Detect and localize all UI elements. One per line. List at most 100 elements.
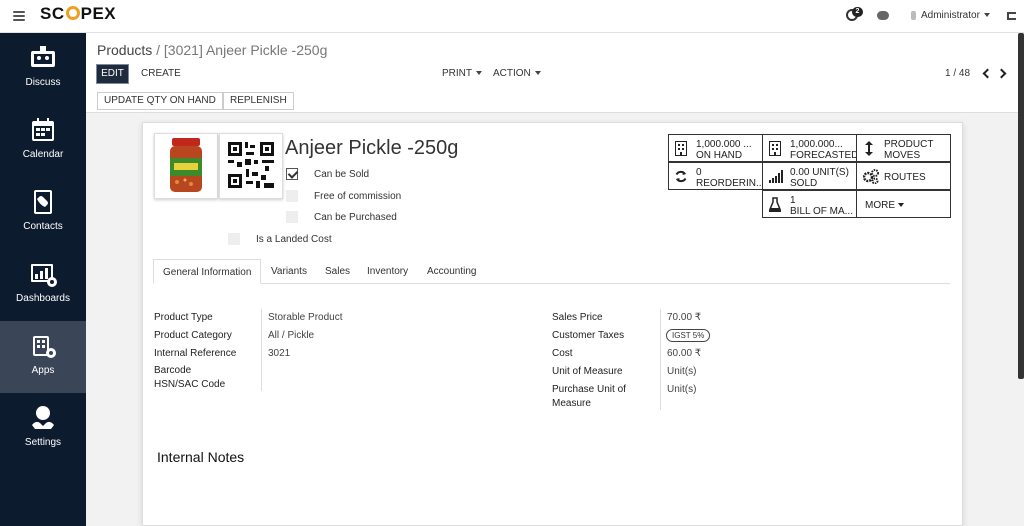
field-separator xyxy=(660,309,661,410)
tab-accounting[interactable]: Accounting xyxy=(418,259,485,284)
product-type-label: Product Type xyxy=(154,312,213,323)
can-be-purchased-checkbox[interactable] xyxy=(286,211,298,223)
sales-price-value[interactable]: 70.00 ₹ xyxy=(667,312,701,323)
internal-notes-heading: Internal Notes xyxy=(157,449,245,465)
logout-icon[interactable] xyxy=(1007,12,1016,20)
more-text: MORE xyxy=(865,200,895,211)
discuss-icon xyxy=(31,46,55,67)
bill-of-materials-button[interactable]: 1 BILL OF MA... xyxy=(762,190,857,218)
tab-general-information[interactable]: General Information xyxy=(153,259,262,284)
customer-taxes-label: Customer Taxes xyxy=(552,330,625,341)
update-qty-button[interactable]: UPDATE QTY ON HAND xyxy=(97,92,223,110)
breadcrumb: Products / [3021] Anjeer Pickle -250g xyxy=(97,42,327,58)
sidebar-item-dashboards[interactable]: Dashboards xyxy=(0,249,86,321)
pager-value[interactable]: 1 / 48 xyxy=(945,68,970,79)
brand-o-mark xyxy=(65,6,80,20)
purchase-uom-value[interactable]: Unit(s) xyxy=(667,384,696,395)
edit-button[interactable]: EDIT xyxy=(96,64,129,84)
building-icon xyxy=(675,141,687,156)
breadcrumb-parent-link[interactable]: Products xyxy=(97,42,152,58)
tab-inventory[interactable]: Inventory xyxy=(358,259,417,284)
tab-variants[interactable]: Variants xyxy=(262,259,316,284)
purchase-uom-label-line1: Purchase Unit of xyxy=(552,384,626,395)
sales-price-label: Sales Price xyxy=(552,312,603,323)
brand-text-end: PEX xyxy=(80,4,117,23)
sidebar-item-settings[interactable]: Settings xyxy=(0,393,86,465)
pickle-jar-image xyxy=(170,138,202,192)
internal-reference-label: Internal Reference xyxy=(154,348,237,359)
print-dropdown[interactable]: PRINT xyxy=(442,68,482,79)
page-scrollbar[interactable] xyxy=(1018,33,1024,379)
sidebar-item-calendar[interactable]: Calendar xyxy=(0,105,86,177)
landed-cost-checkbox[interactable] xyxy=(228,233,240,245)
create-button[interactable]: CREATE xyxy=(141,68,181,79)
action-dropdown[interactable]: ACTION xyxy=(493,68,541,79)
chevron-down-icon xyxy=(983,13,990,18)
product-name: Anjeer Pickle -250g xyxy=(285,137,459,159)
on-hand-label: ON HAND xyxy=(696,150,743,161)
can-be-purchased-label: Can be Purchased xyxy=(314,212,397,223)
cost-value[interactable]: 60.00 ₹ xyxy=(667,348,701,359)
app-sidebar: Discuss Calendar Contacts Dashboards App… xyxy=(0,33,86,526)
menu-toggle-icon[interactable] xyxy=(13,11,25,21)
caret-down-icon xyxy=(534,71,541,76)
qr-code-image[interactable] xyxy=(219,133,283,199)
cost-label: Cost xyxy=(552,348,573,359)
reordering-value: 0 xyxy=(696,167,702,178)
barcode-label: Barcode xyxy=(154,365,192,376)
replenish-button[interactable]: REPLENISH xyxy=(223,92,294,110)
can-be-sold-checkbox[interactable] xyxy=(286,168,298,180)
sidebar-item-label: Settings xyxy=(24,437,62,448)
product-type-value[interactable]: Storable Product xyxy=(268,312,343,323)
cogs-icon xyxy=(863,169,879,184)
contacts-icon xyxy=(34,190,52,214)
signal-bars-icon xyxy=(769,170,783,183)
product-category-value[interactable]: All / Pickle xyxy=(268,330,314,341)
messages-icon[interactable] xyxy=(877,11,889,20)
bom-label: BILL OF MA... xyxy=(790,206,853,217)
on-hand-value: 1,000.000 ... xyxy=(696,139,752,150)
sidebar-item-apps[interactable]: Apps xyxy=(0,321,86,393)
pager-previous-icon[interactable] xyxy=(982,68,993,79)
product-moves-label-1: PRODUCT xyxy=(884,139,934,150)
reordering-button[interactable]: 0 REORDERIN... xyxy=(668,162,764,190)
apps-icon xyxy=(33,336,56,358)
control-panel: Products / [3021] Anjeer Pickle -250g ED… xyxy=(86,33,1024,113)
print-label: PRINT xyxy=(442,68,472,79)
product-moves-button[interactable]: PRODUCT MOVES xyxy=(856,134,951,162)
sidebar-item-label: Dashboards xyxy=(16,293,70,304)
product-moves-label-2: MOVES xyxy=(884,150,921,161)
forecasted-button[interactable]: 1,000.000... FORECASTED xyxy=(762,134,859,162)
internal-reference-value[interactable]: 3021 xyxy=(268,348,290,359)
free-of-commission-label: Free of commission xyxy=(314,191,402,202)
refresh-icon xyxy=(675,170,687,183)
user-name-label: Administrator xyxy=(921,10,980,21)
breadcrumb-current: [3021] Anjeer Pickle -250g xyxy=(163,42,328,58)
more-dropdown-button[interactable]: MORE xyxy=(856,190,951,218)
field-separator xyxy=(261,309,262,391)
product-image[interactable] xyxy=(154,133,218,199)
user-menu[interactable]: Administrator xyxy=(921,10,990,21)
customer-tax-badge[interactable]: IGST 5% xyxy=(666,329,711,342)
sidebar-item-contacts[interactable]: Contacts xyxy=(0,177,86,249)
sold-button[interactable]: 0.00 UNIT(S) SOLD xyxy=(762,162,857,190)
breadcrumb-separator: / xyxy=(152,42,164,58)
product-category-label: Product Category xyxy=(154,330,232,341)
qr-code-icon xyxy=(228,142,274,188)
can-be-sold-label: Can be Sold xyxy=(314,169,370,180)
calendar-icon xyxy=(32,118,54,141)
sidebar-item-discuss[interactable]: Discuss xyxy=(0,33,86,105)
bom-value: 1 xyxy=(790,195,796,206)
tab-sales[interactable]: Sales xyxy=(316,259,359,284)
unit-of-measure-value[interactable]: Unit(s) xyxy=(667,366,696,377)
more-label: MORE xyxy=(865,200,904,211)
activity-count-badge: 2 xyxy=(852,7,863,17)
flask-icon xyxy=(769,197,781,212)
routes-button[interactable]: ROUTES xyxy=(856,162,951,190)
free-of-commission-checkbox[interactable] xyxy=(286,190,298,202)
brand-logo[interactable]: SC PEX xyxy=(40,4,116,24)
pager-next-icon[interactable] xyxy=(996,68,1007,79)
on-hand-button[interactable]: 1,000.000 ... ON HAND xyxy=(668,134,763,162)
forecasted-label: FORECASTED xyxy=(790,150,859,161)
notebook-tabs: General Information Variants Sales Inven… xyxy=(153,259,950,284)
